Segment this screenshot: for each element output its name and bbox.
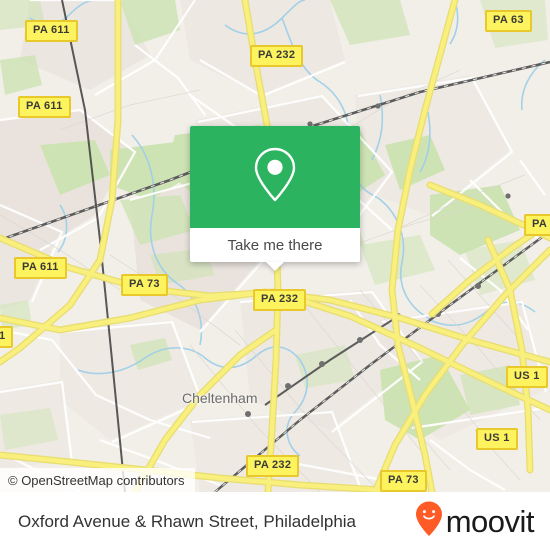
place-label-cheltenham: Cheltenham — [182, 390, 258, 406]
take-me-there-button[interactable]: Take me there — [190, 228, 360, 262]
osm-attribution-text: © OpenStreetMap contributors — [8, 472, 185, 488]
road-shield[interactable]: PA 611 — [18, 96, 71, 118]
road-shield[interactable]: PA 611 — [14, 257, 67, 279]
take-me-there-label: Take me there — [227, 236, 323, 254]
popup-pointer — [266, 262, 284, 271]
moovit-wordmark: moovit — [445, 504, 535, 539]
road-shield[interactable]: 1 — [0, 326, 14, 348]
location-title: Oxford Avenue & Rhawn Street, Philadelph… — [18, 511, 357, 531]
road-shield[interactable]: PA 232 — [250, 45, 304, 67]
osm-attribution[interactable]: © OpenStreetMap contributors — [0, 468, 195, 492]
road-shield[interactable]: PA 611 — [25, 20, 78, 42]
road-shield[interactable]: PA 232 — [253, 289, 307, 311]
road-shield[interactable]: PA 73 — [380, 470, 427, 492]
footer-bar: Oxford Avenue & Rhawn Street, Philadelph… — [0, 492, 550, 550]
map-screenshot: PA 611 PA 232 PA 63 PA 611 PA PA 611 PA … — [0, 0, 550, 550]
road-shield[interactable]: PA 73 — [121, 274, 168, 296]
road-shield[interactable]: PA 63 — [485, 10, 532, 32]
popup-header — [190, 126, 360, 228]
moovit-pin-smiley-icon — [414, 500, 444, 543]
moovit-logo[interactable]: moovit — [414, 500, 535, 543]
road-shield[interactable]: PA 232 — [246, 455, 300, 477]
location-popup-card[interactable]: Take me there — [190, 126, 360, 271]
road-shield[interactable]: US 1 — [476, 428, 518, 450]
road-shield[interactable]: PA — [524, 214, 550, 236]
map-pin-icon — [251, 146, 299, 209]
road-shield[interactable]: US 1 — [506, 366, 548, 388]
